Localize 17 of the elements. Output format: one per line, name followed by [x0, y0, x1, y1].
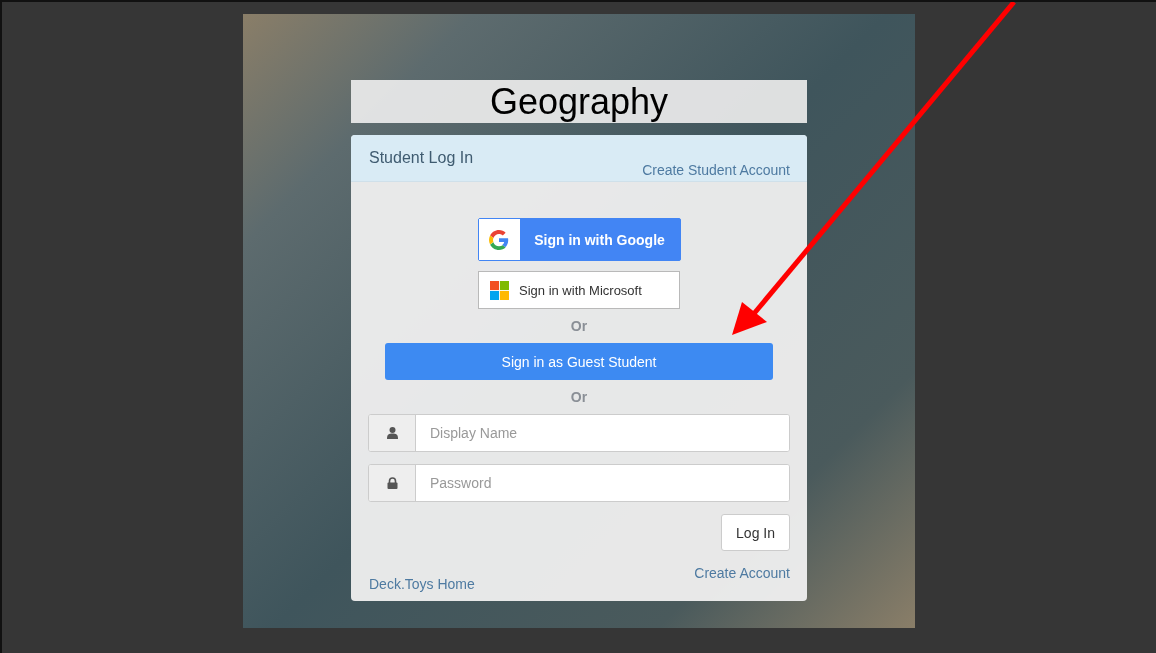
google-icon [489, 229, 509, 250]
four-squares-icon [490, 280, 509, 300]
google-sign-in-button[interactable]: Sign in with Google [477, 218, 681, 261]
password-field[interactable]: Password [368, 464, 790, 502]
microsoft-sign-in-button[interactable]: Sign in with Microsoft [478, 271, 680, 309]
card-heading: Student Log In [369, 149, 474, 168]
user-icon [386, 427, 398, 439]
log-in-button[interactable]: Log In [721, 514, 790, 551]
create-student-account-link[interactable]: Create Student Account [642, 162, 790, 178]
home-link[interactable]: Deck.Toys Home [369, 576, 475, 592]
page-title: Geography [351, 80, 807, 123]
create-account-link[interactable]: Create Account [694, 565, 790, 581]
or-separator: Or [570, 318, 588, 334]
or-separator: Or [570, 389, 588, 405]
display-name-field[interactable]: Display Name [368, 414, 790, 452]
lock-icon [386, 477, 398, 489]
guest-sign-in-button[interactable]: Sign in as Guest Student [385, 343, 773, 380]
